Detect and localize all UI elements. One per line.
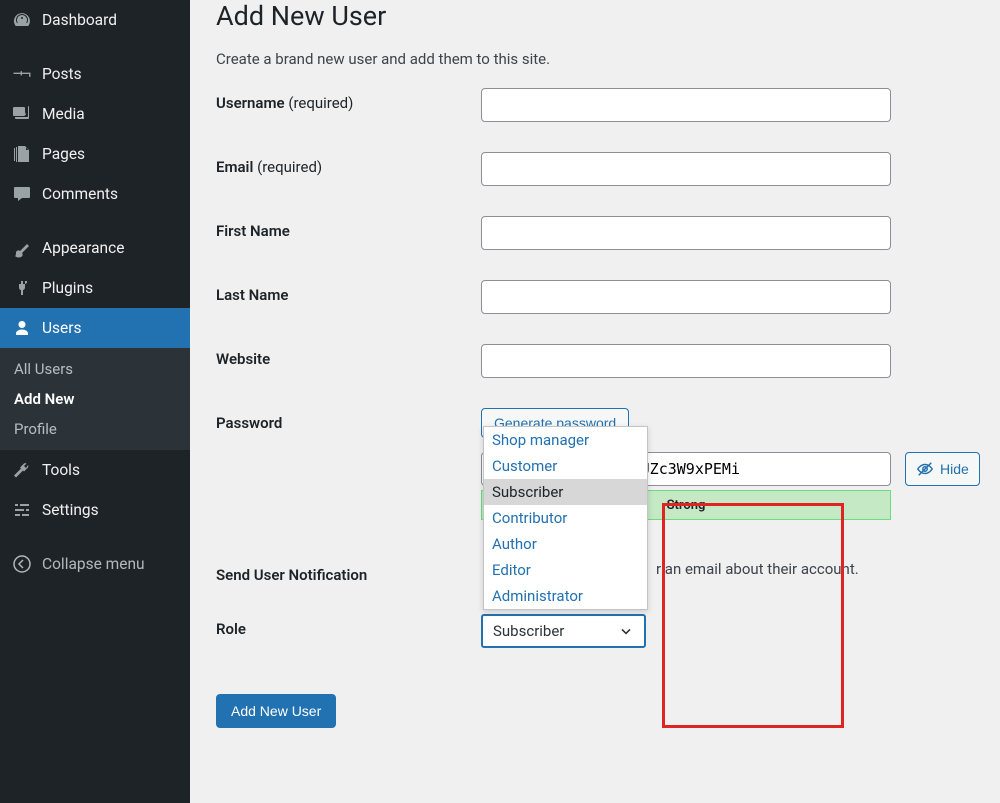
row-lastname: Last Name	[216, 280, 980, 314]
sidebar-item-label: Settings	[42, 501, 99, 519]
role-label: Role	[216, 614, 481, 638]
role-selected-value: Subscriber	[493, 622, 564, 640]
row-website: Website	[216, 344, 980, 378]
collapse-label: Collapse menu	[42, 555, 145, 573]
website-label: Website	[216, 344, 481, 368]
sidebar-item-label: Posts	[42, 65, 82, 83]
sliders-icon	[12, 500, 32, 520]
website-input[interactable]	[481, 344, 891, 378]
role-option-subscriber[interactable]: Subscriber	[484, 479, 647, 505]
lastname-input[interactable]	[481, 280, 891, 314]
sidebar-item-posts[interactable]: Posts	[0, 54, 190, 94]
plug-icon	[12, 278, 32, 298]
email-label: Email (required)	[216, 152, 481, 176]
sidebar-item-label: Comments	[42, 185, 118, 203]
role-select[interactable]: Subscriber Shop manager Customer Subscri…	[481, 614, 646, 648]
row-email: Email (required)	[216, 152, 980, 186]
row-username: Username (required)	[216, 88, 980, 122]
pages-icon	[12, 144, 32, 164]
role-option-customer[interactable]: Customer	[484, 453, 647, 479]
sidebar-item-dashboard[interactable]: Dashboard	[0, 0, 190, 40]
submenu-profile[interactable]: Profile	[0, 414, 190, 444]
sidebar-item-label: Plugins	[42, 279, 93, 297]
role-listbox[interactable]: Shop manager Customer Subscriber Contrib…	[483, 426, 648, 610]
sidebar-item-media[interactable]: Media	[0, 94, 190, 134]
menu-separator	[0, 40, 190, 54]
sidebar-item-label: Dashboard	[42, 11, 117, 29]
role-option-contributor[interactable]: Contributor	[484, 505, 647, 531]
firstname-label: First Name	[216, 216, 481, 240]
email-input[interactable]	[481, 152, 891, 186]
role-option-author[interactable]: Author	[484, 531, 647, 557]
sidebar-item-tools[interactable]: Tools	[0, 450, 190, 490]
users-submenu: All Users Add New Profile	[0, 348, 190, 450]
row-firstname: First Name	[216, 216, 980, 250]
sidebar-item-label: Tools	[42, 461, 80, 479]
role-option-editor[interactable]: Editor	[484, 557, 647, 583]
sidebar-item-users[interactable]: Users	[0, 308, 190, 348]
password-label: Password	[216, 408, 481, 432]
sidebar-item-label: Appearance	[42, 239, 124, 257]
wrench-icon	[12, 460, 32, 480]
row-role: Role Subscriber Shop manager Customer Su…	[216, 614, 980, 648]
submenu-add-new[interactable]: Add New	[0, 384, 190, 414]
brush-icon	[12, 238, 32, 258]
media-icon	[12, 104, 32, 124]
username-label: Username (required)	[216, 88, 481, 112]
hide-password-button[interactable]: Hide	[905, 452, 980, 486]
sidebar-item-settings[interactable]: Settings	[0, 490, 190, 530]
submenu-all-users[interactable]: All Users	[0, 354, 190, 384]
page-title: Add New User	[216, 0, 980, 32]
pin-icon	[12, 64, 32, 84]
comments-icon	[12, 184, 32, 204]
main-content: Add New User Create a brand new user and…	[190, 0, 1000, 803]
admin-sidebar: Dashboard Posts Media Pages Comments App…	[0, 0, 190, 803]
menu-separator	[0, 530, 190, 544]
menu-separator	[0, 214, 190, 228]
sidebar-item-pages[interactable]: Pages	[0, 134, 190, 174]
sidebar-item-label: Media	[42, 105, 85, 123]
firstname-input[interactable]	[481, 216, 891, 250]
dashboard-icon	[12, 10, 32, 30]
collapse-menu-button[interactable]: Collapse menu	[0, 544, 190, 584]
page-description: Create a brand new user and add them to …	[216, 50, 980, 68]
role-option-shop-manager[interactable]: Shop manager	[484, 427, 647, 453]
notification-label: Send User Notification	[216, 560, 481, 584]
user-icon	[12, 318, 32, 338]
sidebar-item-label: Users	[42, 319, 82, 337]
sidebar-item-comments[interactable]: Comments	[0, 174, 190, 214]
chevron-down-icon	[618, 623, 634, 639]
sidebar-item-appearance[interactable]: Appearance	[0, 228, 190, 268]
add-new-user-button[interactable]: Add New User	[216, 694, 336, 728]
notification-text: r an email about their account.	[656, 560, 859, 578]
role-option-administrator[interactable]: Administrator	[484, 583, 647, 609]
sidebar-item-plugins[interactable]: Plugins	[0, 268, 190, 308]
collapse-icon	[12, 554, 32, 574]
sidebar-item-label: Pages	[42, 145, 85, 163]
eye-off-icon	[916, 460, 934, 478]
lastname-label: Last Name	[216, 280, 481, 304]
username-input[interactable]	[481, 88, 891, 122]
